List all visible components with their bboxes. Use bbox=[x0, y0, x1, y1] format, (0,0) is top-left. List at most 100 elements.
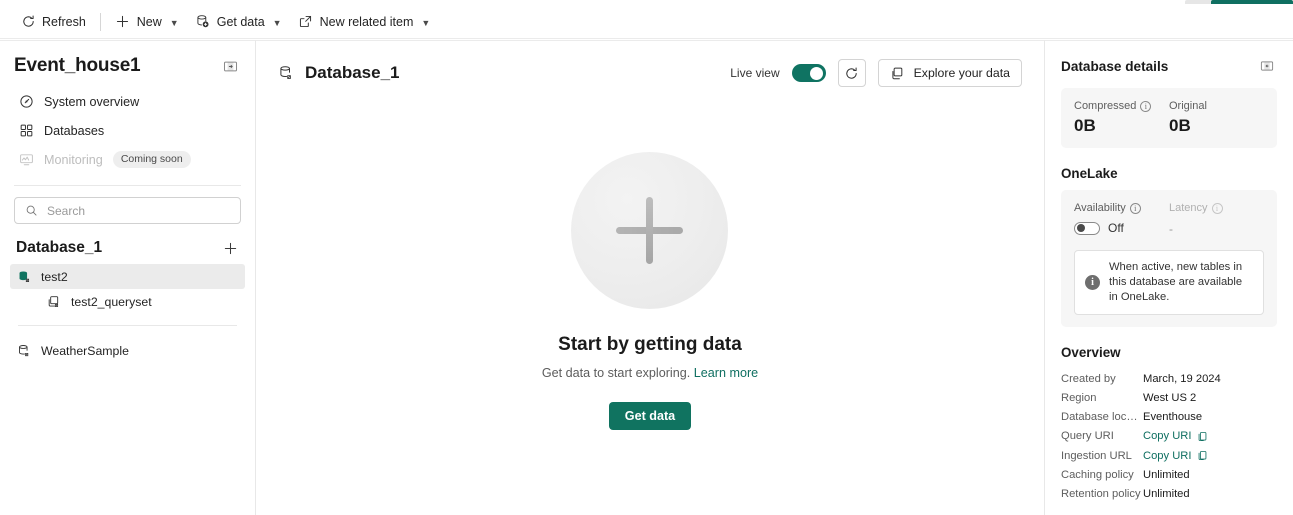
page-title: Database_1 bbox=[303, 60, 416, 86]
main-content-area: Database_1 Live view Explore your data S… bbox=[256, 40, 1044, 515]
overview-key: Ingestion URL bbox=[1061, 449, 1132, 462]
eventhouse-header: Event_house1 bbox=[0, 41, 255, 85]
command-toolbar: Refresh New ▼ Get data ▼ New related ite… bbox=[0, 5, 1293, 39]
ingestion-url-copy-link[interactable]: Copy URI bbox=[1143, 450, 1209, 462]
plus-icon bbox=[115, 14, 131, 30]
sidebar-item-label: System overview bbox=[44, 94, 140, 109]
empty-state-illustration bbox=[571, 151, 729, 309]
overview-row: Caching policy Unlimited bbox=[1061, 465, 1277, 484]
live-view-toggle[interactable] bbox=[791, 64, 826, 82]
stat-compressed: Compressed i 0B bbox=[1074, 100, 1169, 136]
sidebar-item-monitoring: Monitoring Coming soon bbox=[10, 145, 245, 174]
onelake-availability-toggle[interactable] bbox=[1074, 221, 1100, 235]
copy-icon[interactable] bbox=[1197, 430, 1209, 442]
search-input[interactable] bbox=[47, 203, 232, 218]
availability-label-text: Availability bbox=[1074, 202, 1126, 214]
learn-more-link[interactable]: Learn more bbox=[694, 366, 758, 380]
database-section-header: Database_1 bbox=[0, 224, 255, 264]
sidebar-item-label: Monitoring bbox=[44, 152, 103, 167]
queryset-icon bbox=[46, 294, 62, 310]
overview-row: Query URI Copy URI bbox=[1061, 427, 1277, 446]
database-details-panel: Database details Compressed i 0B Origina… bbox=[1044, 40, 1293, 515]
new-button[interactable]: New ▼ bbox=[107, 9, 187, 35]
nav-item-list: System overview Databases Monitoring Com… bbox=[0, 85, 255, 174]
sidebar-item-databases[interactable]: Databases bbox=[10, 116, 245, 145]
get-data-icon bbox=[195, 14, 211, 30]
grid-icon bbox=[18, 123, 34, 139]
overview-section-title: Overview bbox=[1061, 345, 1121, 361]
tree-item-test2-queryset[interactable]: test2_queryset bbox=[10, 289, 245, 314]
overview-key: Caching policy bbox=[1061, 468, 1134, 481]
info-icon[interactable]: i bbox=[1140, 100, 1152, 112]
empty-state-subtitle: Get data to start exploring. Learn more bbox=[542, 366, 758, 380]
speedometer-icon bbox=[18, 94, 34, 110]
main-header-actions: Live view Explore your data bbox=[730, 59, 1022, 87]
get-data-label: Get data bbox=[216, 14, 265, 29]
refresh-button[interactable]: Refresh bbox=[12, 9, 94, 35]
new-label: New bbox=[136, 14, 162, 29]
main-title-group: Database_1 bbox=[278, 60, 416, 86]
collapse-right-pane-button[interactable] bbox=[1257, 56, 1277, 76]
toggle-knob bbox=[810, 66, 824, 80]
chevron-down-icon: ▼ bbox=[421, 17, 431, 28]
collapse-left-pane-button[interactable] bbox=[219, 55, 241, 77]
overview-key: Created by bbox=[1061, 372, 1116, 385]
stat-label: Compressed i bbox=[1074, 100, 1169, 112]
explore-label: Explore your data bbox=[913, 66, 1010, 80]
onelake-latency: Latency i - bbox=[1169, 202, 1264, 236]
info-icon[interactable]: i bbox=[1129, 202, 1141, 214]
empty-state: Start by getting data Get data to start … bbox=[256, 41, 1044, 515]
overview-value: Unlimited bbox=[1143, 468, 1190, 481]
chevron-down-icon: ▼ bbox=[272, 17, 282, 28]
stat-value: 0B bbox=[1169, 116, 1191, 135]
details-title: Database details bbox=[1061, 58, 1169, 74]
get-data-primary-button[interactable]: Get data bbox=[608, 401, 692, 430]
latency-value: - bbox=[1169, 222, 1173, 236]
toggle-knob bbox=[1077, 224, 1085, 232]
eventhouse-title: Event_house1 bbox=[14, 55, 141, 76]
tree-item-test2[interactable]: test2 bbox=[10, 264, 245, 289]
overview-row: Created by March, 19 2024 bbox=[1061, 369, 1277, 388]
info-filled-icon: i bbox=[1085, 275, 1100, 291]
sidebar-item-system-overview[interactable]: System overview bbox=[10, 87, 245, 116]
refresh-icon bbox=[20, 14, 36, 30]
overview-row: Ingestion URL Copy URI bbox=[1061, 446, 1277, 465]
overview-row: Region West US 2 bbox=[1061, 389, 1277, 408]
overview-row: Database locati… Eventhouse bbox=[1061, 408, 1277, 427]
explore-your-data-button[interactable]: Explore your data bbox=[877, 59, 1022, 87]
explore-icon bbox=[890, 65, 906, 81]
new-related-item-button[interactable]: New related item ▼ bbox=[290, 9, 439, 35]
copy-icon[interactable] bbox=[1197, 450, 1209, 462]
search-container bbox=[0, 186, 255, 224]
availability-state: Off bbox=[1108, 221, 1124, 235]
add-database-button[interactable] bbox=[219, 237, 241, 259]
onelake-note: i When active, new tables in this databa… bbox=[1074, 250, 1264, 316]
stat-label-text: Compressed bbox=[1074, 100, 1137, 112]
search-box[interactable] bbox=[14, 197, 241, 224]
coming-soon-badge: Coming soon bbox=[112, 151, 191, 168]
copy-uri-label: Copy URI bbox=[1143, 449, 1192, 462]
search-icon bbox=[23, 203, 39, 219]
live-view-label: Live view bbox=[730, 66, 780, 80]
tree-item-weathersample[interactable]: WeatherSample bbox=[10, 338, 245, 363]
query-uri-copy-link[interactable]: Copy URI bbox=[1143, 430, 1209, 442]
overview-row: Retention policy Unlimited bbox=[1061, 484, 1277, 503]
refresh-view-button[interactable] bbox=[837, 59, 866, 87]
overview-list: Created by March, 19 2024 Region West US… bbox=[1061, 369, 1277, 503]
overview-value: Eventhouse bbox=[1143, 411, 1203, 424]
sidebar-item-label: Databases bbox=[44, 123, 105, 138]
onelake-card: Availability i Off Latency i - i When ac… bbox=[1061, 190, 1277, 328]
partial-tab-active[interactable] bbox=[1211, 0, 1293, 4]
database-outline-icon bbox=[278, 65, 294, 81]
left-navigation-pane: Event_house1 System overview Databases M… bbox=[0, 40, 256, 515]
refresh-label: Refresh bbox=[42, 14, 86, 29]
tree-item-label: WeatherSample bbox=[41, 343, 129, 358]
onelake-availability: Availability i Off bbox=[1074, 202, 1169, 236]
monitor-icon bbox=[18, 152, 34, 168]
info-icon[interactable]: i bbox=[1211, 202, 1223, 214]
eventhouse-page: Refresh New ▼ Get data ▼ New related ite… bbox=[0, 0, 1293, 515]
availability-label: Availability i bbox=[1074, 202, 1169, 214]
chevron-down-icon: ▼ bbox=[169, 17, 179, 28]
get-data-button[interactable]: Get data ▼ bbox=[187, 9, 290, 35]
stat-original: Original 0B bbox=[1169, 100, 1264, 136]
